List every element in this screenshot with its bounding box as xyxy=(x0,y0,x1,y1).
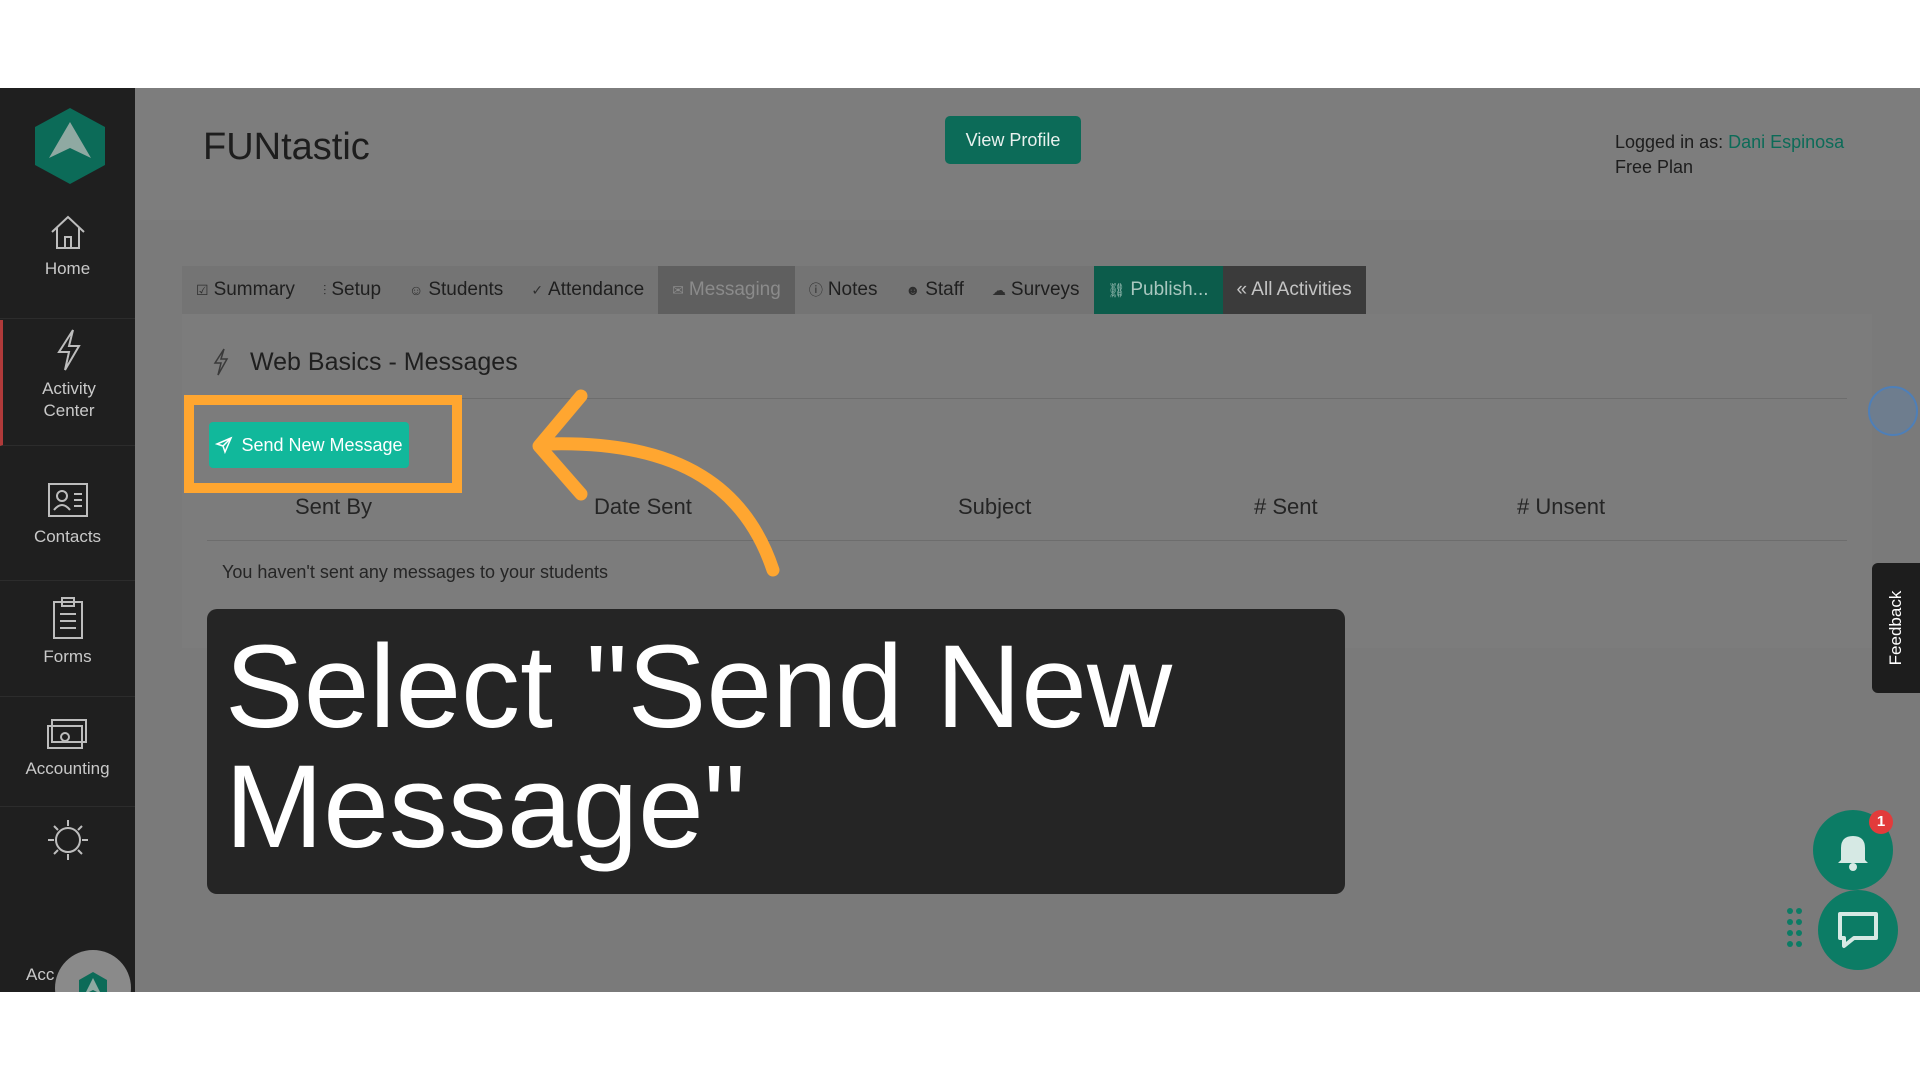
tab-publish[interactable]: ⛓ Publish... xyxy=(1093,266,1223,314)
c-extension-icon[interactable] xyxy=(1868,386,1918,436)
summary-icon: ☑ xyxy=(196,281,209,298)
chat-button[interactable] xyxy=(1818,890,1898,970)
plan-label: Free Plan xyxy=(1615,157,1694,177)
sidebar-item-account-settings[interactable] xyxy=(0,818,135,878)
tab-messaging[interactable]: ✉ Messaging xyxy=(658,266,795,314)
column-header-sent-count[interactable]: # Sent xyxy=(1254,494,1318,520)
notification-count-badge: 1 xyxy=(1869,810,1893,834)
tab-all-activities[interactable]: « All Activities xyxy=(1222,266,1366,314)
sidebar-item-accounting[interactable]: Accounting xyxy=(0,716,135,807)
sidebar-item-home[interactable]: Home xyxy=(0,212,135,319)
money-icon xyxy=(46,719,87,749)
feedback-label: Feedback xyxy=(1886,590,1905,666)
sidebar-item-contacts[interactable]: Contacts xyxy=(0,480,135,581)
clipboard-icon xyxy=(52,597,83,639)
notes-icon: ⓘ xyxy=(808,282,823,298)
tab-label: Summary xyxy=(213,279,295,300)
app-logo-widget[interactable] xyxy=(55,950,131,992)
tab-label: Messaging xyxy=(688,279,781,300)
envelope-icon: ✉ xyxy=(672,281,684,298)
logged-in-label: Logged in as: xyxy=(1615,132,1724,152)
contacts-icon xyxy=(47,483,88,517)
pointer-arrow xyxy=(532,389,780,577)
table-header-divider xyxy=(207,540,1847,541)
tab-label: Students xyxy=(428,279,504,300)
column-header-unsent-count[interactable]: # Unsent xyxy=(1517,494,1605,520)
page-header: FUNtastic View Profile Logged in as: Dan… xyxy=(135,88,1920,220)
tab-label: Notes xyxy=(827,279,878,300)
check-icon: ✓ xyxy=(531,281,544,298)
gear-icon xyxy=(47,820,88,860)
sidebar-item-label: Accounting xyxy=(25,759,110,778)
sidebar-item-activity-center[interactable]: Activity Center xyxy=(0,320,135,446)
activity-tabs: ☑ Summary ⫶ Setup ☺ Students ✓ Attendance ✉ M… xyxy=(182,266,1366,314)
tab-summary[interactable]: ☑ Summary xyxy=(182,266,309,314)
tab-label: Publish... xyxy=(1130,279,1209,300)
column-header-sent-by[interactable]: Sent By xyxy=(295,494,372,520)
link-icon: ⛓ xyxy=(1107,281,1126,298)
bolt-icon xyxy=(57,329,81,371)
students-icon: ☺ xyxy=(409,282,424,298)
user-name-link[interactable]: Dani Espinosa xyxy=(1728,132,1844,152)
tab-label: Setup xyxy=(331,279,382,300)
view-profile-button[interactable]: View Profile xyxy=(945,116,1081,164)
feedback-tab[interactable]: Feedback xyxy=(1872,563,1920,693)
tab-label: Attendance xyxy=(548,279,645,300)
sidebar-item-label: Activity Center xyxy=(42,379,96,420)
page-title: FUNtastic xyxy=(203,126,370,168)
home-icon xyxy=(50,215,85,249)
drag-handle-icon[interactable] xyxy=(1786,907,1804,951)
sidebar-item-label: Forms xyxy=(43,647,92,666)
instruction-caption: Select "Send New Message" xyxy=(207,609,1345,894)
chat-bubble-icon xyxy=(1838,912,1878,948)
column-header-subject[interactable]: Subject xyxy=(958,494,1031,520)
login-info: Logged in as: Dani Espinosa Free Plan xyxy=(1615,130,1844,180)
sidebar: Home Activity Center Contacts Forms Acco… xyxy=(0,88,135,992)
bolt-icon xyxy=(213,348,229,376)
staff-icon: ☻ xyxy=(905,282,921,298)
highlight-box xyxy=(184,395,462,493)
tab-label: Surveys xyxy=(1010,279,1080,300)
tab-attendance[interactable]: ✓ Attendance xyxy=(517,266,659,314)
sidebar-item-label: Home xyxy=(44,259,91,278)
panel-title: Web Basics - Messages xyxy=(250,348,518,376)
tab-label: Staff xyxy=(925,279,964,300)
tab-notes[interactable]: ⓘ Notes xyxy=(794,266,892,314)
cloud-icon: ☁ xyxy=(991,281,1006,298)
tab-students[interactable]: ☺ Students xyxy=(395,266,518,314)
sidebar-item-label: Contacts xyxy=(33,527,102,546)
tab-surveys[interactable]: ☁ Surveys xyxy=(977,266,1094,314)
tab-staff[interactable]: ☻ Staff xyxy=(891,266,978,314)
tab-setup[interactable]: ⫶ Setup xyxy=(308,266,396,314)
app-logo-icon[interactable] xyxy=(35,108,105,184)
sidebar-item-forms[interactable]: Forms xyxy=(0,596,135,697)
tab-label: « All Activities xyxy=(1236,279,1352,300)
sliders-icon: ⫶ xyxy=(322,281,327,298)
